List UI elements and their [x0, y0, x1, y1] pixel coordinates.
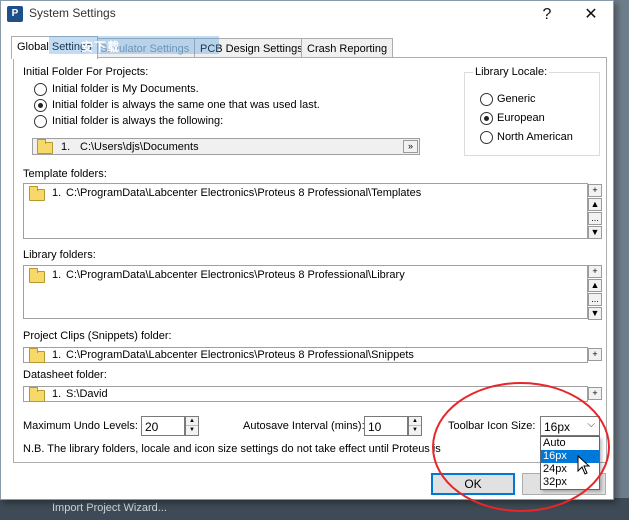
mouse-cursor-icon — [577, 455, 591, 475]
restart-note: N.B. The library folders, locale and ico… — [23, 443, 443, 455]
template-folder-index: 1. — [52, 187, 62, 199]
radio-locale-generic-label: Generic — [497, 93, 536, 105]
folder-icon — [29, 268, 45, 283]
initial-folder-label: Initial Folder For Projects: — [23, 66, 149, 78]
help-button[interactable]: ? — [525, 3, 569, 27]
title-bar[interactable]: P System Settings ? ✕ — [1, 1, 613, 31]
folder-icon — [29, 348, 45, 363]
template-folders-list[interactable]: 1. C:\ProgramData\Labcenter Electronics\… — [23, 183, 588, 239]
radio-my-documents[interactable] — [34, 83, 47, 96]
radio-locale-north-american-label: North American — [497, 131, 573, 143]
close-button[interactable]: ✕ — [569, 3, 613, 27]
background-strip-text: Import Project Wizard... — [52, 502, 167, 514]
template-folder-path: C:\ProgramData\Labcenter Electronics\Pro… — [66, 187, 422, 199]
spin-down-icon[interactable]: ▼ — [409, 426, 421, 435]
radio-following[interactable] — [34, 115, 47, 128]
library-add-button[interactable]: + — [588, 265, 602, 278]
tab-crash-reporting[interactable]: Crash Reporting — [301, 38, 394, 58]
radio-following-label: Initial folder is always the following: — [52, 115, 224, 127]
browse-button[interactable]: » — [403, 140, 418, 153]
library-move-down-button[interactable]: ▼ — [588, 307, 602, 320]
library-locale-label: Library Locale: — [473, 66, 550, 78]
undo-levels-spinner[interactable]: ▲ ▼ — [185, 416, 199, 436]
dropdown-option-auto[interactable]: Auto — [541, 437, 599, 450]
template-more-button[interactable]: ... — [588, 212, 602, 225]
initial-folder-path-field[interactable]: 1. C:\Users\djs\Documents » — [32, 138, 420, 155]
library-move-up-button[interactable]: ▲ — [588, 279, 602, 292]
library-more-button[interactable]: ... — [588, 293, 602, 306]
radio-same-as-last-label: Initial folder is always the same one th… — [52, 99, 320, 111]
template-move-up-button[interactable]: ▲ — [588, 198, 602, 211]
ok-button[interactable]: OK — [431, 473, 515, 495]
clips-folder-label: Project Clips (Snippets) folder: — [23, 330, 172, 342]
global-settings-panel: Initial Folder For Projects: Initial fol… — [13, 57, 607, 490]
clips-add-button[interactable]: + — [588, 348, 602, 361]
datasheet-folder-list[interactable]: 1. S:\David — [23, 386, 588, 402]
radio-locale-european-label: European — [497, 112, 545, 124]
radio-my-documents-label: Initial folder is My Documents. — [52, 83, 199, 95]
autosave-interval-spinner[interactable]: ▲ ▼ — [408, 416, 422, 436]
chevron-down-icon[interactable]: ⌵ — [587, 419, 595, 430]
radio-same-as-last[interactable] — [34, 99, 47, 112]
spin-up-icon[interactable]: ▲ — [186, 417, 198, 426]
autosave-interval-input[interactable]: 10 — [364, 416, 408, 436]
spin-down-icon[interactable]: ▼ — [186, 426, 198, 435]
clips-folder-list[interactable]: 1. C:\ProgramData\Labcenter Electronics\… — [23, 347, 588, 363]
folder-icon — [37, 139, 53, 154]
template-add-button[interactable]: + — [588, 184, 602, 197]
toolbar-icon-size-dropdown[interactable]: Auto 16px 24px 32px — [540, 436, 600, 490]
app-icon: P — [7, 6, 23, 22]
clips-folder-index: 1. — [52, 349, 62, 361]
watermark-overlay: 安下载 — [49, 36, 219, 54]
clips-folder-path: C:\ProgramData\Labcenter Electronics\Pro… — [66, 349, 414, 361]
system-settings-dialog: P System Settings ? ✕ Global Settings Si… — [0, 0, 614, 500]
watermark-text: 安下载 — [81, 40, 121, 54]
undo-levels-label: Maximum Undo Levels: — [23, 420, 138, 432]
toolbar-icon-size-label: Toolbar Icon Size: — [448, 420, 536, 432]
radio-locale-generic[interactable] — [480, 93, 493, 106]
datasheet-folder-index: 1. — [52, 388, 62, 400]
datasheet-folder-path: S:\David — [66, 388, 108, 400]
datasheet-add-button[interactable]: + — [588, 387, 602, 400]
folder-icon — [29, 186, 45, 201]
template-move-down-button[interactable]: ▼ — [588, 226, 602, 239]
library-folder-index: 1. — [52, 269, 62, 281]
library-folder-path: C:\ProgramData\Labcenter Electronics\Pro… — [66, 269, 405, 281]
dropdown-option-32px[interactable]: 32px — [541, 476, 599, 489]
background-taskbar-strip: Import Project Wizard... — [0, 498, 629, 520]
datasheet-folder-label: Datasheet folder: — [23, 369, 107, 381]
window-title: System Settings — [29, 6, 116, 20]
template-folders-label: Template folders: — [23, 168, 107, 180]
radio-locale-north-american[interactable] — [480, 131, 493, 144]
radio-locale-european[interactable] — [480, 112, 493, 125]
toolbar-icon-size-value: 16px — [544, 420, 571, 434]
spin-up-icon[interactable]: ▲ — [409, 417, 421, 426]
folder-icon — [29, 387, 45, 402]
autosave-interval-label: Autosave Interval (mins): — [243, 420, 365, 432]
initial-folder-path-value: C:\Users\djs\Documents — [80, 141, 199, 153]
toolbar-icon-size-select[interactable]: 16px ⌵ — [540, 416, 600, 436]
library-folders-list[interactable]: 1. C:\ProgramData\Labcenter Electronics\… — [23, 265, 588, 319]
initial-folder-path-index: 1. — [61, 141, 71, 153]
library-folders-label: Library folders: — [23, 249, 96, 261]
undo-levels-input[interactable]: 20 — [141, 416, 185, 436]
